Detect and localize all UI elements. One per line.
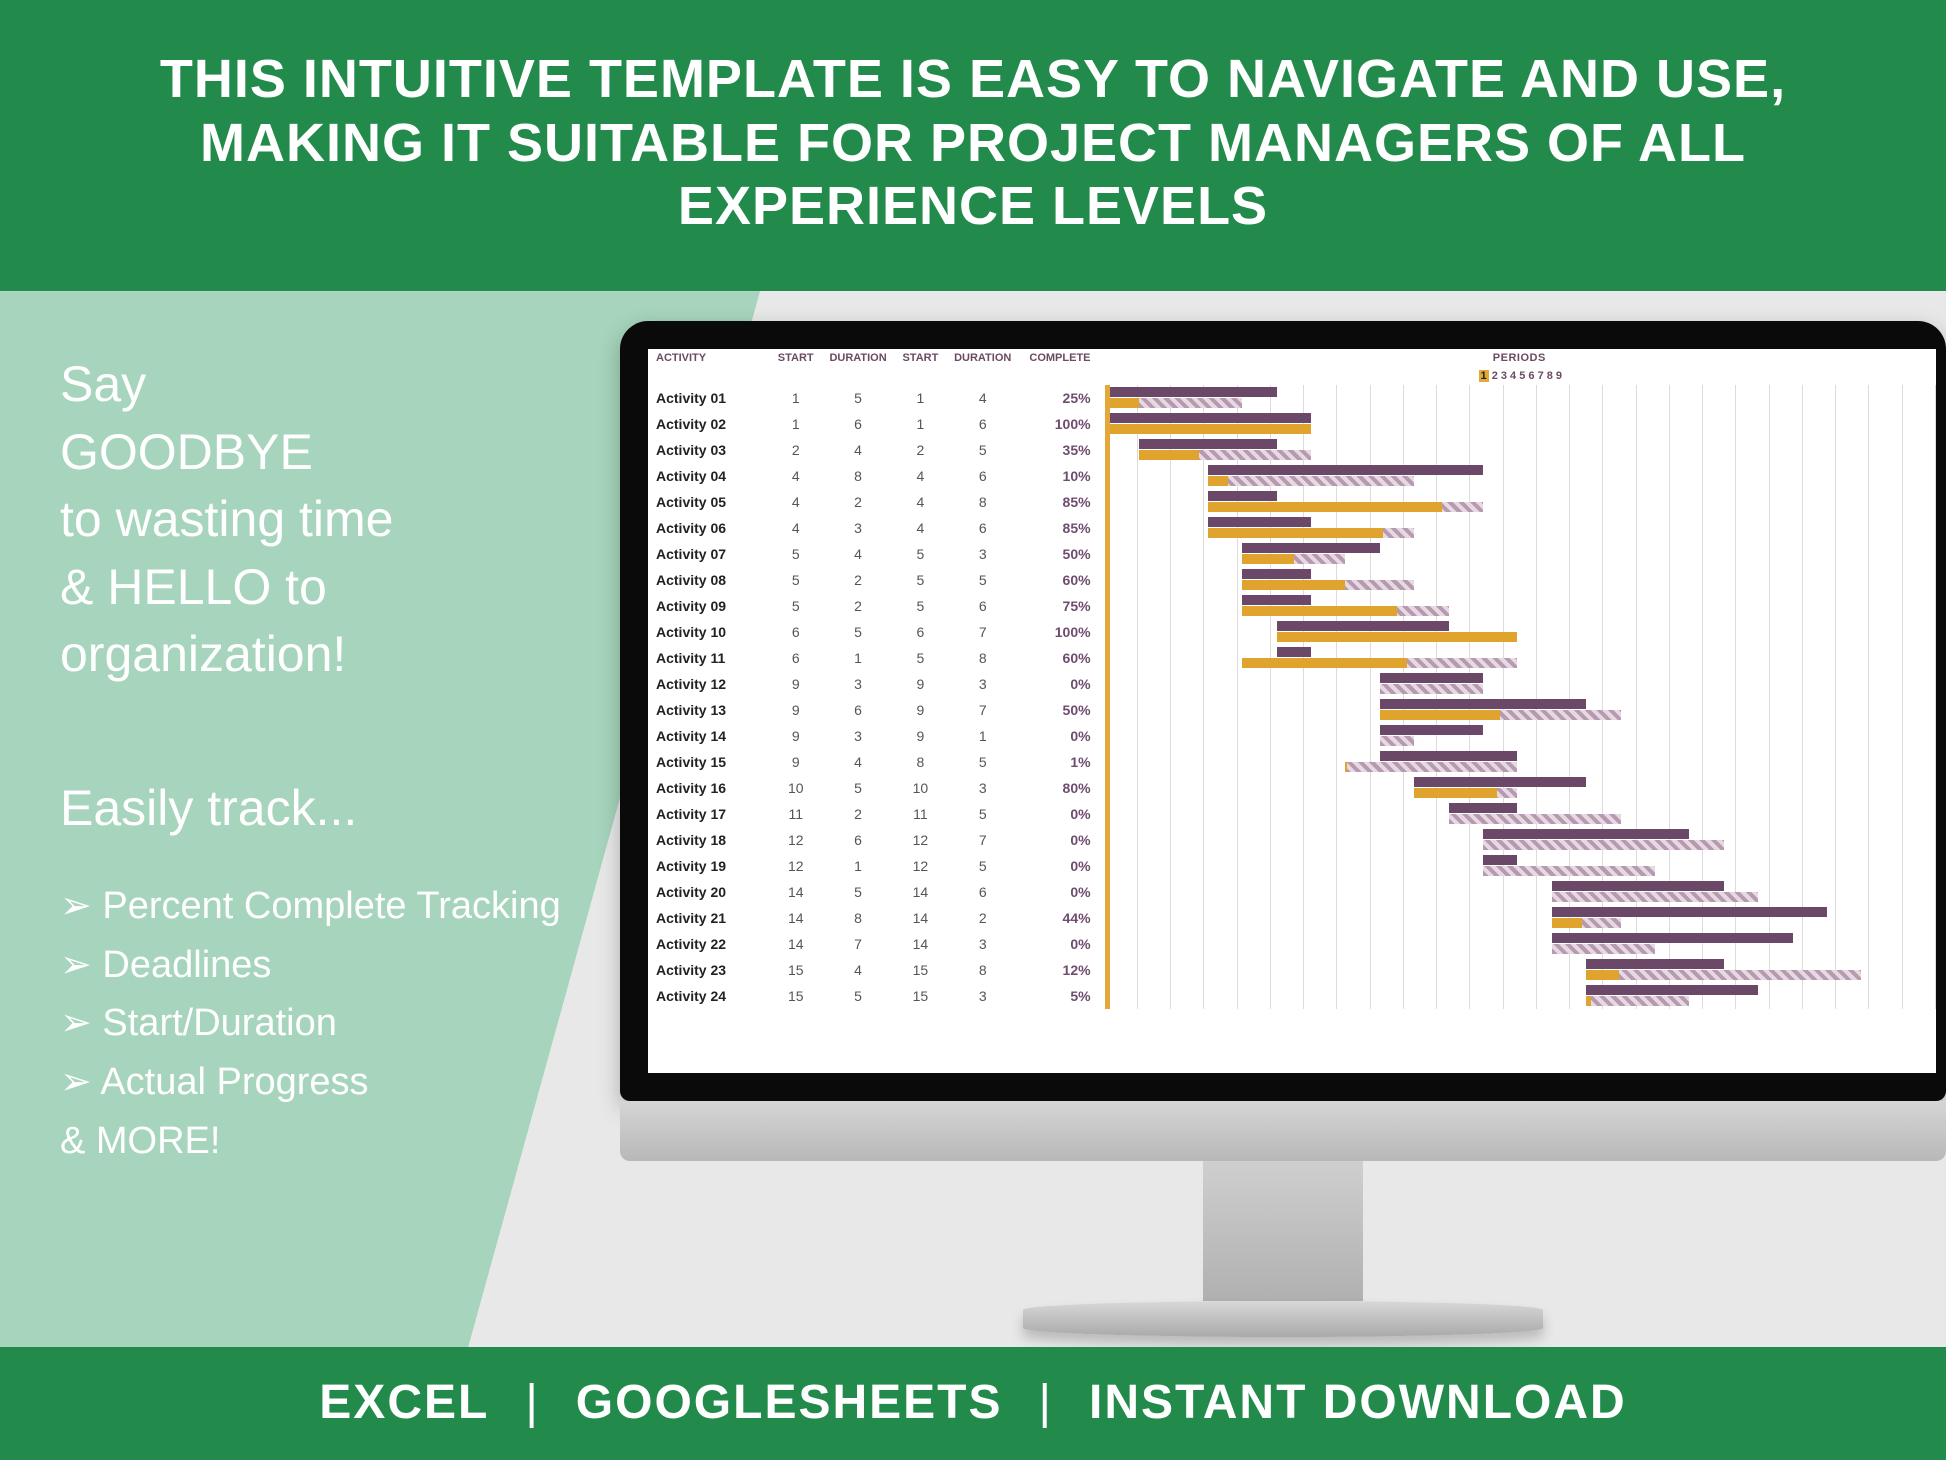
activity-name: Activity 16 bbox=[648, 775, 766, 801]
gantt-bar-cell bbox=[1105, 827, 1936, 853]
activity-name: Activity 03 bbox=[648, 437, 766, 463]
divider-icon: | bbox=[525, 1375, 539, 1430]
gantt-bar-cell bbox=[1105, 853, 1936, 879]
gantt-table: ACTIVITYSTARTDURATIONSTARTDURATIONCOMPLE… bbox=[648, 349, 1936, 1009]
gantt-bar-cell bbox=[1105, 385, 1936, 411]
gantt-bar-cell bbox=[1105, 671, 1936, 697]
activity-name: Activity 23 bbox=[648, 957, 766, 983]
activity-name: Activity 09 bbox=[648, 593, 766, 619]
gantt-bar-cell bbox=[1105, 515, 1936, 541]
footer-bar: EXCEL | GOOGLESHEETS | INSTANT DOWNLOAD bbox=[0, 1347, 1946, 1460]
gantt-bar-cell bbox=[1105, 723, 1936, 749]
activity-name: Activity 19 bbox=[648, 853, 766, 879]
activity-name: Activity 12 bbox=[648, 671, 766, 697]
activity-name: Activity 14 bbox=[648, 723, 766, 749]
gantt-bar-cell bbox=[1105, 463, 1936, 489]
feature-bullets: Percent Complete TrackingDeadlinesStart/… bbox=[60, 877, 670, 1171]
activity-name: Activity 05 bbox=[648, 489, 766, 515]
spreadsheet-screen: ACTIVITYSTARTDURATIONSTARTDURATIONCOMPLE… bbox=[648, 349, 1936, 1073]
marketing-headline: THIS INTUITIVE TEMPLATE IS EASY TO NAVIG… bbox=[0, 0, 1946, 291]
activity-name: Activity 07 bbox=[648, 541, 766, 567]
activity-name: Activity 04 bbox=[648, 463, 766, 489]
activity-name: Activity 13 bbox=[648, 697, 766, 723]
activity-name: Activity 02 bbox=[648, 411, 766, 437]
activity-name: Activity 01 bbox=[648, 385, 766, 411]
activity-name: Activity 21 bbox=[648, 905, 766, 931]
activity-name: Activity 10 bbox=[648, 619, 766, 645]
gantt-bar-cell bbox=[1105, 541, 1936, 567]
divider-icon: | bbox=[1039, 1375, 1053, 1430]
gantt-bar-cell bbox=[1105, 749, 1936, 775]
gantt-bar-cell bbox=[1105, 697, 1936, 723]
gantt-bar-cell bbox=[1105, 645, 1936, 671]
tagline: SayGOODBYEto wasting time& HELLO toorgan… bbox=[60, 351, 670, 689]
gantt-bar-cell bbox=[1105, 905, 1936, 931]
gantt-bar-cell bbox=[1105, 983, 1936, 1009]
monitor-mockup: ACTIVITYSTARTDURATIONSTARTDURATIONCOMPLE… bbox=[620, 321, 1946, 1391]
gantt-bar-cell bbox=[1105, 879, 1936, 905]
activity-name: Activity 24 bbox=[648, 983, 766, 1009]
footer-item-googlesheets: GOOGLESHEETS bbox=[576, 1375, 1003, 1430]
activity-name: Activity 18 bbox=[648, 827, 766, 853]
gantt-bar-cell bbox=[1105, 801, 1936, 827]
main-content: SayGOODBYEto wasting time& HELLO toorgan… bbox=[0, 291, 1946, 1391]
gantt-bar-cell bbox=[1105, 931, 1936, 957]
footer-item-excel: EXCEL bbox=[319, 1375, 489, 1430]
gantt-bar-cell bbox=[1105, 567, 1936, 593]
footer-item-download: INSTANT DOWNLOAD bbox=[1089, 1375, 1627, 1430]
gantt-bar-cell bbox=[1105, 619, 1936, 645]
activity-name: Activity 11 bbox=[648, 645, 766, 671]
gantt-bar-cell bbox=[1105, 957, 1936, 983]
gantt-bar-cell bbox=[1105, 489, 1936, 515]
activity-name: Activity 08 bbox=[648, 567, 766, 593]
gantt-bar-cell bbox=[1105, 775, 1936, 801]
activity-name: Activity 06 bbox=[648, 515, 766, 541]
track-title: Easily track... bbox=[60, 779, 670, 837]
activity-name: Activity 20 bbox=[648, 879, 766, 905]
activity-name: Activity 17 bbox=[648, 801, 766, 827]
gantt-bar-cell bbox=[1105, 437, 1936, 463]
gantt-bar-cell bbox=[1105, 593, 1936, 619]
activity-name: Activity 22 bbox=[648, 931, 766, 957]
activity-name: Activity 15 bbox=[648, 749, 766, 775]
gantt-bar-cell bbox=[1105, 411, 1936, 437]
